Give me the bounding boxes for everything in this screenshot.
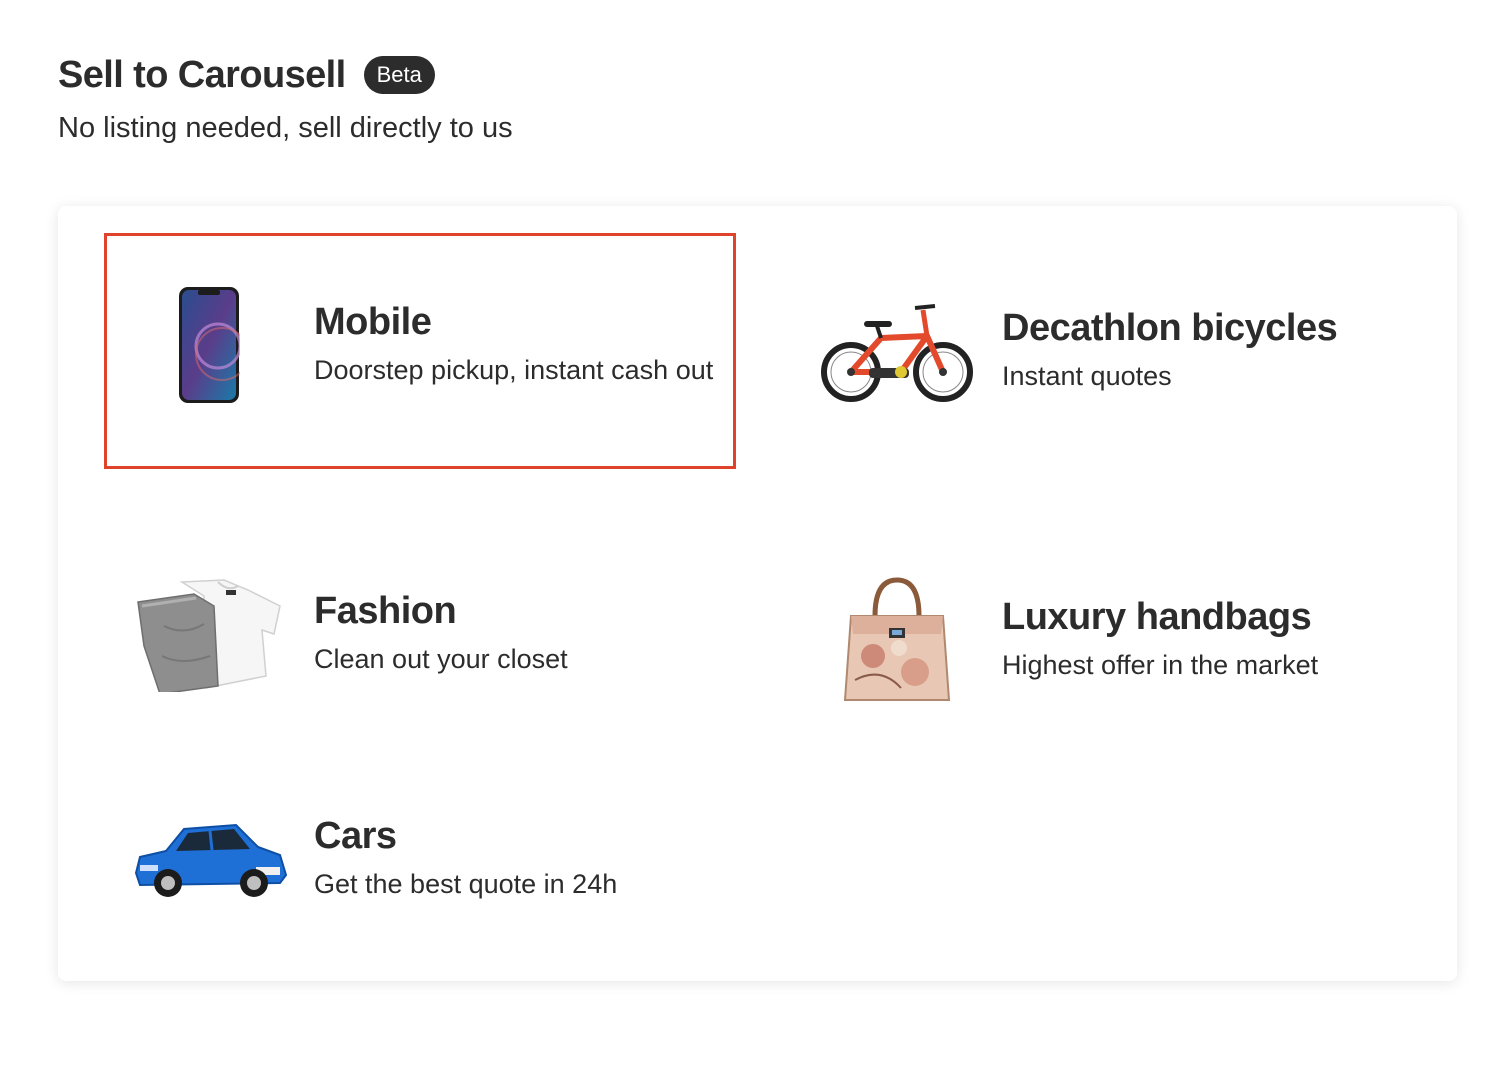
category-text: Luxury handbags Highest offer in the mar… (1002, 593, 1318, 687)
page-subtitle: No listing needed, sell directly to us (58, 112, 513, 144)
category-description: Clean out your closet (314, 644, 568, 674)
smartphone-icon (124, 286, 294, 404)
category-text: Mobile Doorstep pickup, instant cash out (314, 298, 714, 392)
title-row: Sell to Carousell Beta (58, 50, 513, 100)
category-description: Highest offer in the market (1002, 650, 1319, 680)
category-mobile[interactable]: Mobile Doorstep pickup, instant cash out (124, 286, 724, 404)
bicycle-icon (812, 296, 982, 406)
category-text: Fashion Clean out your closet (314, 587, 568, 681)
category-luxury-handbags[interactable]: Luxury handbags Highest offer in the mar… (812, 576, 1432, 704)
page: Sell to Carousell Beta No listing needed… (0, 0, 1502, 1066)
clothes-icon (124, 576, 294, 692)
category-text: Decathlon bicycles Instant quotes (1002, 304, 1338, 398)
category-title: Decathlon bicycles (1002, 307, 1338, 349)
category-decathlon-bicycles[interactable]: Decathlon bicycles Instant quotes (812, 296, 1432, 406)
handbag-icon (812, 576, 982, 704)
category-title: Cars (314, 815, 397, 857)
car-icon (124, 817, 294, 901)
categories-card: Mobile Doorstep pickup, instant cash out (58, 206, 1457, 981)
page-title: Sell to Carousell (58, 53, 346, 96)
category-description: Instant quotes (1002, 361, 1172, 391)
header: Sell to Carousell Beta No listing needed… (58, 50, 513, 145)
category-description: Get the best quote in 24h (314, 869, 618, 899)
category-title: Fashion (314, 590, 457, 632)
category-title: Mobile (314, 301, 432, 343)
category-title: Luxury handbags (1002, 596, 1312, 638)
category-fashion[interactable]: Fashion Clean out your closet (124, 576, 744, 692)
category-text: Cars Get the best quote in 24h (314, 812, 617, 906)
beta-badge: Beta (363, 56, 435, 94)
category-cars[interactable]: Cars Get the best quote in 24h (124, 812, 744, 906)
category-description: Doorstep pickup, instant cash out (314, 355, 714, 385)
